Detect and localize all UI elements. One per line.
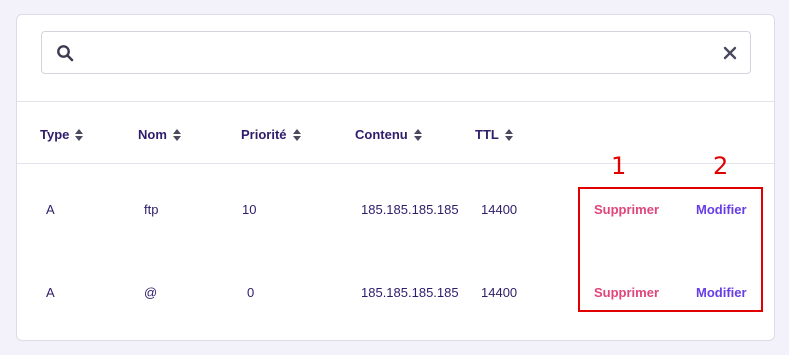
annotation-label-1: 1 xyxy=(611,152,627,180)
header-divider-top xyxy=(17,101,774,102)
cell-nom: ftp xyxy=(144,202,159,217)
cell-contenu: 185.185.185.185 xyxy=(361,285,459,300)
sort-icon xyxy=(292,128,301,141)
cell-type: A xyxy=(46,285,55,300)
column-header-nom[interactable]: Nom xyxy=(138,127,181,142)
sort-icon xyxy=(413,128,422,141)
column-header-priorite[interactable]: Priorité xyxy=(241,127,301,142)
cell-nom: @ xyxy=(144,285,158,300)
header-divider-bottom xyxy=(17,163,774,164)
search-bar[interactable] xyxy=(41,31,751,74)
annotation-label-2: 2 xyxy=(713,152,729,180)
search-icon xyxy=(57,45,74,62)
sort-icon xyxy=(75,128,84,141)
column-header-contenu[interactable]: Contenu xyxy=(355,127,422,142)
cell-ttl: 14400 xyxy=(481,202,518,217)
sort-icon xyxy=(504,128,513,141)
sort-icon xyxy=(172,128,181,141)
cell-type: A xyxy=(46,202,55,217)
column-header-type[interactable]: Type xyxy=(40,127,84,142)
search-input[interactable] xyxy=(86,40,706,66)
cell-priorite: 0 xyxy=(247,285,255,300)
close-icon[interactable] xyxy=(722,45,738,61)
column-header-ttl[interactable]: TTL xyxy=(475,127,513,142)
highlight-box xyxy=(578,187,763,312)
cell-contenu: 185.185.185.185 xyxy=(361,202,459,217)
cell-priorite: 10 xyxy=(242,202,257,217)
cell-ttl: 14400 xyxy=(481,285,518,300)
